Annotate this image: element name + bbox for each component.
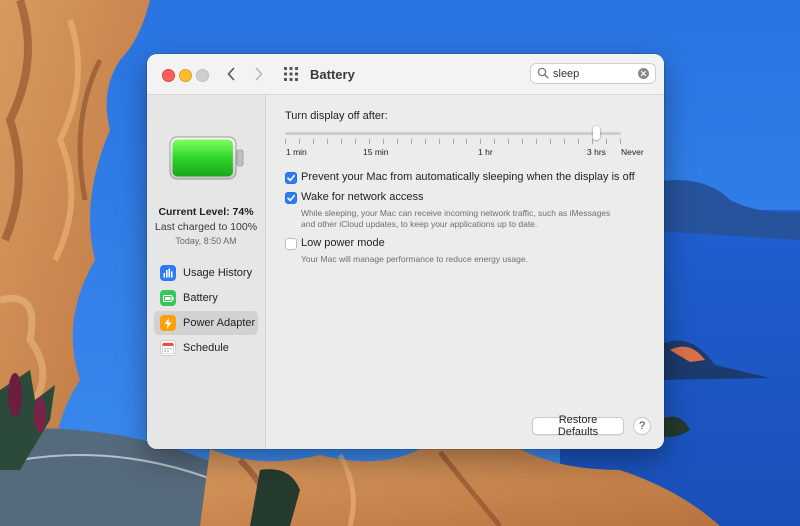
sidebar-list: Usage History Battery Power Adapter Sche… — [154, 261, 258, 361]
slider-tick — [397, 139, 398, 144]
chevron-left-icon — [227, 67, 235, 81]
search-icon — [537, 67, 549, 79]
sidebar-item-battery[interactable]: Battery — [154, 286, 258, 310]
main-panel: Turn display off after: 1 min 15 min 1 h… — [266, 95, 664, 449]
slider-tick — [536, 139, 537, 144]
slider-tick — [383, 139, 384, 144]
slider-tick — [592, 139, 593, 144]
slider-tick — [620, 139, 621, 144]
restore-defaults-button[interactable]: Restore Defaults — [532, 414, 624, 438]
show-all-button[interactable] — [282, 65, 300, 83]
title-bar: Battery — [147, 54, 664, 95]
forward-button[interactable] — [250, 65, 268, 83]
slider-tick — [453, 139, 454, 144]
slider-label-never: Never — [621, 147, 644, 157]
grid-icon — [284, 67, 298, 81]
slider-tick — [313, 139, 314, 144]
bar-chart-icon — [160, 265, 176, 281]
slider-tick — [480, 139, 481, 144]
low-power-mode-description: Your Mac will manage performance to redu… — [301, 254, 528, 264]
wake-network-checkbox[interactable] — [285, 192, 297, 204]
minimize-window-button[interactable] — [179, 69, 192, 82]
low-power-mode-checkbox[interactable] — [285, 238, 297, 250]
slider-tick — [522, 139, 523, 144]
slider-tick — [550, 139, 551, 144]
slider-tick — [508, 139, 509, 144]
zoom-window-button[interactable] — [196, 69, 209, 82]
sidebar: Current Level: 74% Last charged to 100% … — [147, 95, 266, 449]
battery-level-icon — [169, 136, 244, 180]
sidebar-item-label: Schedule — [183, 342, 229, 354]
low-power-mode-label: Low power mode — [301, 237, 385, 249]
checkmark-icon — [287, 194, 295, 202]
slider-label-1-hr: 1 hr — [478, 147, 493, 157]
lightning-icon — [160, 315, 176, 331]
battery-current-level: Current Level: 74% — [158, 206, 254, 218]
slider-tick — [494, 139, 495, 144]
battery-icon — [160, 290, 176, 306]
sidebar-item-label: Battery — [183, 292, 218, 304]
slider-label-3-hrs: 3 hrs — [587, 147, 606, 157]
search-field[interactable] — [530, 63, 656, 84]
slider-tick — [327, 139, 328, 144]
close-icon — [640, 70, 647, 77]
slider-tick — [578, 139, 579, 144]
help-button[interactable]: ? — [633, 417, 651, 435]
slider-tick — [369, 139, 370, 144]
slider-tick — [299, 139, 300, 144]
back-button[interactable] — [222, 65, 240, 83]
clear-search-button[interactable] — [638, 68, 649, 79]
display-off-slider-title: Turn display off after: — [285, 110, 388, 122]
slider-label-15-min: 15 min — [363, 147, 389, 157]
checkmark-icon — [287, 174, 295, 182]
display-off-slider[interactable]: 1 min 15 min 1 hr 3 hrs Never — [285, 126, 644, 166]
slider-tick — [564, 139, 565, 144]
slider-ticks — [285, 139, 621, 144]
prevent-sleep-label: Prevent your Mac from automatically slee… — [301, 171, 635, 183]
slider-tick — [439, 139, 440, 144]
battery-timestamp: Today, 8:50 AM — [175, 236, 237, 246]
sidebar-item-schedule[interactable]: Schedule — [154, 336, 258, 360]
battery-charged-status: Last charged to 100% — [154, 221, 258, 233]
sidebar-item-label: Usage History — [183, 267, 253, 279]
sidebar-item-usage-history[interactable]: Usage History — [154, 261, 258, 285]
sidebar-item-label: Power Adapter — [183, 317, 256, 329]
slider-tick — [355, 139, 356, 144]
slider-label-1-min: 1 min — [286, 147, 307, 157]
slider-tick — [341, 139, 342, 144]
window-title: Battery — [310, 67, 355, 82]
search-input[interactable] — [553, 66, 633, 81]
slider-tick — [411, 139, 412, 144]
wake-network-description-line-2: and other iCloud updates, to keep your a… — [301, 219, 538, 229]
slider-track — [285, 132, 621, 135]
slider-tick — [285, 139, 286, 144]
chevron-right-icon — [255, 67, 263, 81]
close-window-button[interactable] — [162, 69, 175, 82]
sidebar-item-power-adapter[interactable]: Power Adapter — [154, 311, 258, 335]
battery-preferences-window: Battery sleep Current Level: 74% Last ch… — [147, 54, 664, 449]
prevent-sleep-checkbox[interactable] — [285, 172, 297, 184]
slider-tick — [425, 139, 426, 144]
slider-tick — [606, 139, 607, 144]
slider-tick — [466, 139, 467, 144]
wake-network-description-line-1: While sleeping, your Mac can receive inc… — [301, 208, 611, 218]
calendar-icon — [160, 340, 176, 356]
slider-thumb[interactable] — [593, 126, 600, 140]
wake-network-label: Wake for network access — [301, 191, 424, 203]
